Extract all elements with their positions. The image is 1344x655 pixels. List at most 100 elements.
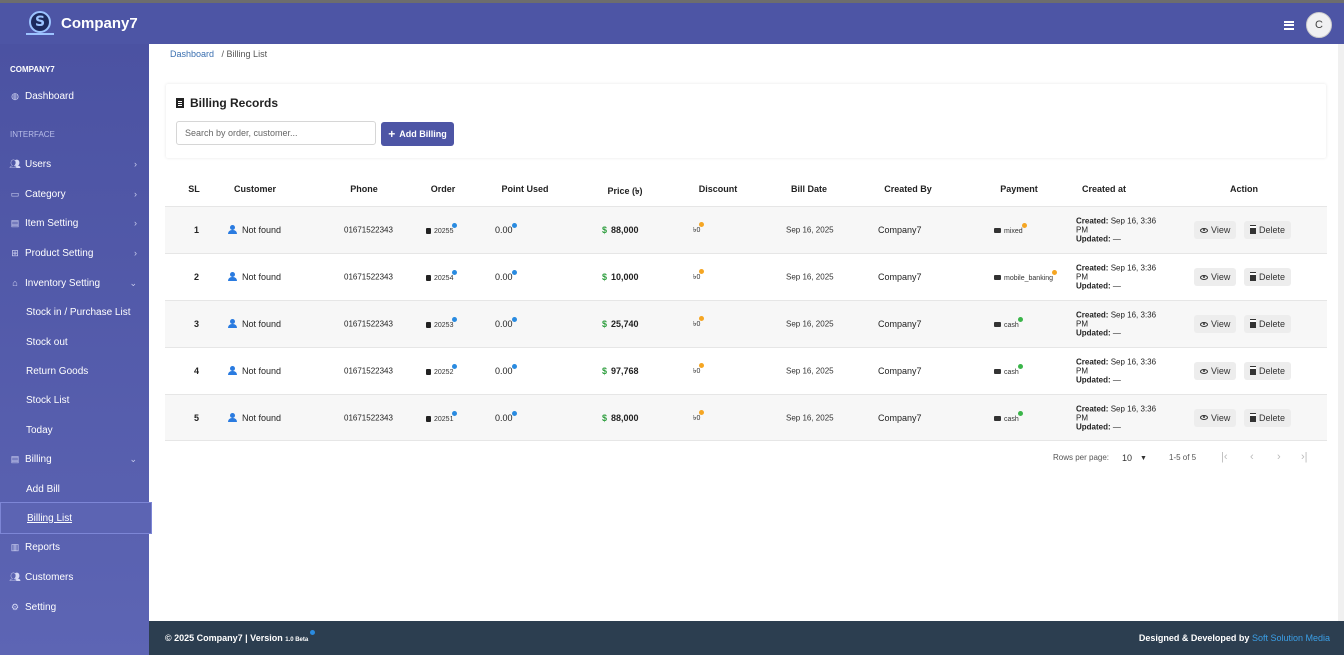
dashboard-icon: ◍ xyxy=(11,90,19,101)
cell-order: 20254 xyxy=(426,270,458,282)
footer-copyright: © 2025 Company7 | Version 1.0 Beta xyxy=(165,630,315,643)
sidebar-item-inventory-setting[interactable]: ⌂ Inventory Setting ⌄ xyxy=(0,271,149,295)
sidebar-sub-today[interactable]: Today xyxy=(0,418,149,442)
delete-button[interactable]: Delete xyxy=(1244,315,1292,333)
status-dot xyxy=(699,363,705,368)
sidebar-sub-label: Stock in / Purchase List xyxy=(26,306,131,318)
add-billing-button[interactable]: + Add Billing xyxy=(381,122,454,146)
sidebar-item-reports[interactable]: ▥ Reports xyxy=(0,535,149,559)
sidebar-sub-label: Add Bill xyxy=(26,483,60,495)
sidebar: COMPANY7 ◍ Dashboard INTERFACE 👥︎ Users … xyxy=(0,44,152,655)
sidebar-item-billing[interactable]: ▤ Billing ⌄ xyxy=(0,447,149,471)
header-customer: Customer xyxy=(233,184,277,194)
gear-icon: ⚙ xyxy=(10,601,20,612)
table-row: 3 Not found 01671522343 20253 0.00 $25,740 ৳0 S… xyxy=(165,300,1327,347)
sidebar-item-setting[interactable]: ⚙ Setting xyxy=(0,595,149,619)
sidebar-sub-add-bill[interactable]: Add Bill xyxy=(0,477,149,501)
status-dot xyxy=(452,364,458,369)
rows-per-page-select[interactable]: 10 ▼ xyxy=(1122,453,1147,463)
status-dot xyxy=(699,316,705,321)
plus-icon: + xyxy=(388,127,396,141)
delete-button[interactable]: Delete xyxy=(1244,362,1292,380)
sidebar-item-category[interactable]: ▭ Category › xyxy=(0,182,149,206)
view-button[interactable]: View xyxy=(1194,408,1237,427)
cell-created-at: Created: Sep 16, 3:36 PM Updated: — xyxy=(1076,216,1157,244)
delete-button[interactable]: Delete xyxy=(1244,268,1292,286)
billing-card: Billing Records + Add Billing xyxy=(166,84,1326,158)
delete-button[interactable]: Delete xyxy=(1244,408,1292,427)
cell-created-by: Company7 xyxy=(878,225,922,235)
payment-status-dot xyxy=(1017,364,1023,369)
delete-button[interactable]: Delete xyxy=(1244,221,1292,239)
sidebar-item-label: Billing xyxy=(25,453,52,465)
chevron-right-icon: › xyxy=(134,189,137,199)
version-badge-dot xyxy=(309,630,315,635)
brand-name: Company7 xyxy=(61,15,138,32)
payment-status-dot xyxy=(1052,270,1058,275)
user-icon xyxy=(228,225,237,234)
sidebar-sub-stock-in[interactable]: Stock in / Purchase List xyxy=(0,300,149,324)
user-icon xyxy=(228,272,237,281)
status-dot xyxy=(699,222,705,227)
menu-icon[interactable] xyxy=(1284,20,1294,30)
sidebar-company: COMPANY7 xyxy=(10,65,55,74)
cell-price: $88,000 xyxy=(602,225,639,235)
cell-customer: Not found xyxy=(228,225,281,235)
cell-created-at: Created: Sep 16, 3:36 PM Updated: — xyxy=(1076,263,1157,291)
payment-status-dot xyxy=(1021,223,1027,228)
dollar-icon: $ xyxy=(602,412,608,423)
cell-bill-date: Sep 16, 2025 xyxy=(786,413,834,422)
breadcrumb-home-link[interactable]: Dashboard xyxy=(170,49,214,59)
footer: © 2025 Company7 | Version 1.0 Beta Desig… xyxy=(149,621,1344,655)
view-button[interactable]: View xyxy=(1194,221,1237,239)
eye-icon xyxy=(1200,227,1208,233)
header-created-by: Created By xyxy=(884,184,932,194)
status-dot xyxy=(452,270,458,275)
cash-icon xyxy=(994,369,1001,374)
sidebar-sub-label: Stock out xyxy=(26,336,68,348)
view-button[interactable]: View xyxy=(1194,362,1237,380)
search-input[interactable] xyxy=(176,121,376,145)
sidebar-sub-stock-list[interactable]: Stock List xyxy=(0,388,149,412)
status-dot xyxy=(511,270,517,275)
sidebar-sub-return-goods[interactable]: Return Goods xyxy=(0,359,149,383)
page-title: Billing Records xyxy=(176,96,278,110)
table-header: SL Customer Phone Order Point Used Price… xyxy=(165,176,1327,206)
footer-credit-text: Designed & Developed by xyxy=(1138,633,1250,643)
cash-icon xyxy=(994,228,1001,233)
first-page-icon[interactable]: |‹ xyxy=(1221,451,1228,463)
prev-page-icon[interactable]: ‹ xyxy=(1250,451,1254,463)
sidebar-item-customers[interactable]: 👥︎ Customers xyxy=(0,565,149,589)
cell-price: $25,740 xyxy=(602,319,639,329)
item-setting-icon: ▤ xyxy=(10,217,20,228)
sidebar-sub-stock-out[interactable]: Stock out xyxy=(0,330,149,354)
cell-bill-date: Sep 16, 2025 xyxy=(786,366,834,376)
eye-icon xyxy=(1200,415,1208,420)
footer-credit-link[interactable]: Soft Solution Media xyxy=(1252,633,1330,643)
top-bar: S Company7 C xyxy=(0,0,1344,44)
header-phone: Phone xyxy=(350,184,378,194)
sidebar-item-users[interactable]: 👥︎ Users › xyxy=(0,152,149,176)
caret-down-icon: ▼ xyxy=(1140,454,1147,462)
sidebar-sub-label: Today xyxy=(26,424,53,436)
document-icon xyxy=(176,98,184,108)
view-button[interactable]: View xyxy=(1194,268,1237,286)
table-row: 4 Not found 01671522343 20252 0.00 $97,768 ৳0 S… xyxy=(165,347,1327,394)
view-button[interactable]: View xyxy=(1194,315,1237,333)
cell-discount: ৳0 xyxy=(693,316,705,330)
last-page-icon[interactable]: ›| xyxy=(1301,451,1308,463)
cell-customer: Not found xyxy=(228,366,281,376)
sidebar-item-dashboard[interactable]: ◍ Dashboard xyxy=(0,84,149,108)
avatar[interactable]: C xyxy=(1306,12,1332,38)
sidebar-item-label: Item Setting xyxy=(25,217,79,229)
sidebar-sub-billing-list[interactable]: Billing List xyxy=(0,502,152,534)
sidebar-item-product-setting[interactable]: ⊞ Product Setting › xyxy=(0,241,149,265)
table-row: 5 Not found 01671522343 20251 0.00 $88,000 ৳0 S… xyxy=(165,394,1327,441)
cell-point-used: 0.00 xyxy=(495,270,517,282)
chevron-right-icon: › xyxy=(134,159,137,169)
header-payment: Payment xyxy=(1000,184,1038,194)
chevron-down-icon: ⌄ xyxy=(129,453,137,464)
next-page-icon[interactable]: › xyxy=(1277,451,1281,463)
scrollbar[interactable] xyxy=(1338,44,1344,621)
sidebar-item-item-setting[interactable]: ▤ Item Setting › xyxy=(0,211,149,235)
